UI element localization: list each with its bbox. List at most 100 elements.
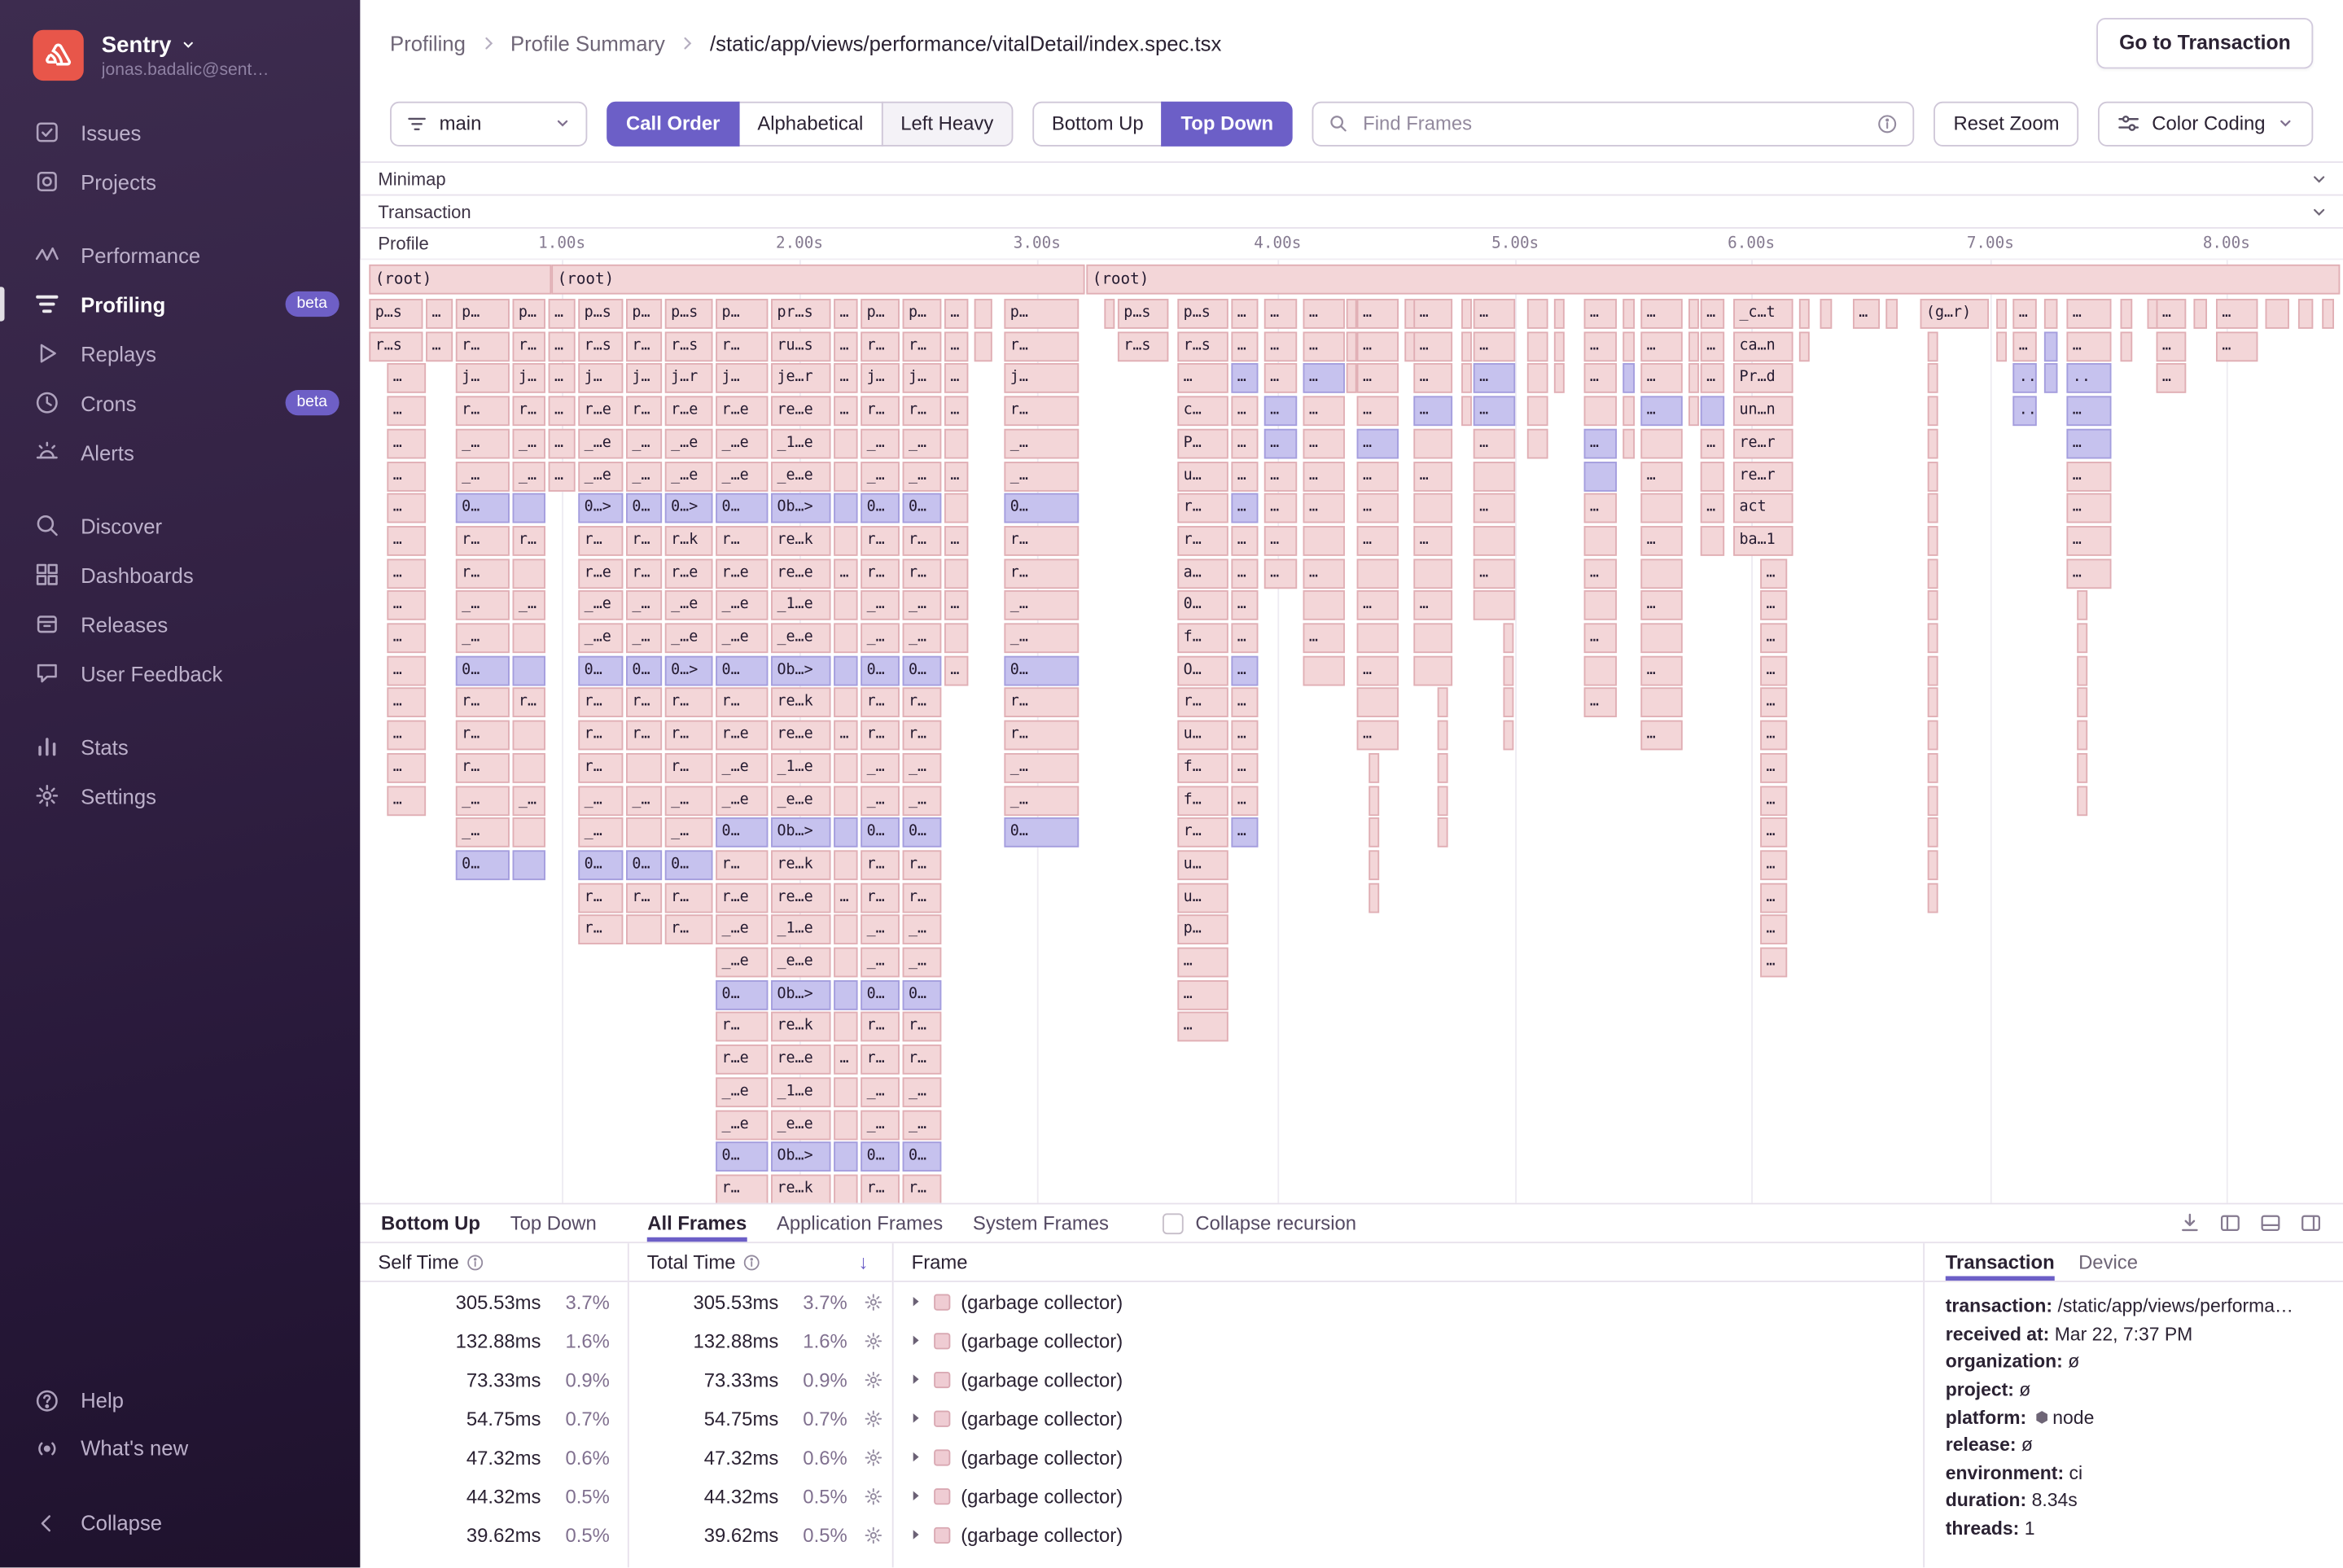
flame-frame-cell[interactable]: _… <box>578 786 623 816</box>
flame-frame-cell[interactable]: … <box>1303 364 1345 394</box>
flame-frame-cell[interactable] <box>2077 720 2087 751</box>
sidebar-item-performance[interactable]: Performance <box>0 230 360 280</box>
flame-frame-cell[interactable]: _c…t <box>1733 299 1793 329</box>
sidebar-item-profiling[interactable]: Profilingbeta <box>0 279 360 329</box>
flame-frame-cell[interactable]: r… <box>716 526 768 556</box>
flame-frame-cell[interactable]: _… <box>456 786 510 816</box>
table-row[interactable]: 54.75ms0.7% <box>360 1399 628 1439</box>
flame-frame-cell[interactable]: r… <box>716 331 768 361</box>
flame-frame-cell[interactable] <box>1503 655 1513 685</box>
tab-bottom-up[interactable]: Bottom Up <box>381 1205 480 1242</box>
gear-icon[interactable] <box>853 1408 892 1428</box>
flame-frame-cell[interactable] <box>1461 299 1472 329</box>
flame-frame-cell[interactable]: r…e <box>716 558 768 589</box>
flame-frame-cell[interactable]: … <box>1264 364 1297 394</box>
flame-frame-cell[interactable]: … <box>944 526 968 556</box>
flame-frame-cell[interactable] <box>974 331 992 361</box>
table-row[interactable]: 39.62ms0.5% <box>629 1516 892 1555</box>
flame-frame-cell[interactable] <box>1413 428 1452 458</box>
flame-frame-cell[interactable]: r… <box>578 883 623 913</box>
flame-frame-cell[interactable]: … <box>1584 299 1617 329</box>
flame-frame-cell[interactable] <box>1303 655 1345 685</box>
flame-frame-cell[interactable]: _… <box>903 591 942 621</box>
sidebar-item-discover[interactable]: Discover <box>0 501 360 550</box>
flame-frame-cell[interactable]: u… <box>1177 720 1228 751</box>
flame-frame-cell[interactable]: _1…e <box>771 428 830 458</box>
flame-frame-cell[interactable]: 0… <box>626 655 662 685</box>
flame-frame-cell[interactable]: p…s <box>369 299 423 329</box>
flame-frame-cell[interactable] <box>1104 299 1115 329</box>
flame-frame-cell[interactable]: r… <box>626 558 662 589</box>
flame-frame-cell[interactable]: … <box>944 331 968 361</box>
flame-frame-cell[interactable]: … <box>2066 526 2111 556</box>
flame-frame-cell[interactable]: _… <box>1004 461 1079 491</box>
flame-frame-cell[interactable]: re…e <box>771 883 830 913</box>
flame-frame-cell[interactable] <box>834 817 857 848</box>
flame-frame-cell[interactable]: … <box>1303 396 1345 427</box>
flame-frame-cell[interactable]: r… <box>456 526 510 556</box>
flame-frame-cell[interactable] <box>1688 331 1699 361</box>
org-switcher[interactable]: Sentry jonas.badalic@sent… <box>0 0 360 107</box>
flame-frame-cell[interactable]: r… <box>456 558 510 589</box>
flame-frame-cell[interactable]: … <box>549 428 576 458</box>
sidebar-item-user-feedback[interactable]: User Feedback <box>0 649 360 699</box>
flame-frame-cell[interactable]: _… <box>513 428 545 458</box>
flame-frame-cell[interactable]: r…e <box>716 720 768 751</box>
flame-frame-cell[interactable]: _… <box>456 591 510 621</box>
flame-frame-cell[interactable] <box>2266 299 2289 329</box>
flame-frame-cell[interactable]: p… <box>1004 299 1079 329</box>
chevron-right-icon[interactable] <box>909 1527 923 1542</box>
flame-frame-cell[interactable]: f… <box>1177 753 1228 783</box>
flame-frame-cell[interactable]: _…e <box>665 461 713 491</box>
flame-frame-cell[interactable] <box>626 753 662 783</box>
sidebar-item-projects[interactable]: Projects <box>0 157 360 207</box>
flame-frame-cell[interactable]: _… <box>903 786 942 816</box>
flame-frame-cell[interactable]: r… <box>903 720 942 751</box>
flame-frame-cell[interactable]: r… <box>1004 526 1079 556</box>
flame-frame-cell[interactable]: r… <box>626 883 662 913</box>
flame-frame-cell[interactable]: … <box>1177 1012 1228 1042</box>
flame-frame-cell[interactable] <box>1369 753 1379 783</box>
flame-frame-cell[interactable]: r…s <box>369 331 423 361</box>
flame-frame-cell[interactable]: r… <box>665 883 713 913</box>
flame-frame-cell[interactable]: r… <box>903 526 942 556</box>
chevron-right-icon[interactable] <box>909 1450 923 1465</box>
flame-frame-cell[interactable]: … <box>1357 720 1399 751</box>
sidebar-item-replays[interactable]: Replays <box>0 329 360 379</box>
flame-root-cell[interactable]: (root) <box>369 265 551 295</box>
flame-frame-cell[interactable]: re…k <box>771 1012 830 1042</box>
flame-frame-cell[interactable]: … <box>2157 331 2187 361</box>
flame-frame-cell[interactable] <box>626 915 662 945</box>
flame-frame-cell[interactable] <box>834 623 857 653</box>
breadcrumb-item[interactable]: Profiling <box>390 31 466 55</box>
flame-frame-cell[interactable]: 0… <box>861 1142 900 1172</box>
flame-frame-cell[interactable]: r…s <box>578 331 623 361</box>
flame-frame-cell[interactable]: … <box>1303 558 1345 589</box>
flame-frame-cell[interactable] <box>1928 817 1938 848</box>
sidebar-item-settings[interactable]: Settings <box>0 771 360 821</box>
flame-frame-cell[interactable]: re…e <box>771 720 830 751</box>
chevron-right-icon[interactable] <box>909 1372 923 1386</box>
flame-frame-cell[interactable]: .. <box>2012 396 2036 427</box>
flame-frame-cell[interactable]: … <box>1231 591 1258 621</box>
flame-frame-cell[interactable]: 0…> <box>665 493 713 523</box>
flame-frame-cell[interactable] <box>2193 299 2207 329</box>
flame-frame-cell[interactable]: re…k <box>771 526 830 556</box>
flame-frame-cell[interactable] <box>1640 688 1682 718</box>
flame-frame-cell[interactable]: 0… <box>456 655 510 685</box>
flame-frame-cell[interactable] <box>834 428 857 458</box>
flame-frame-cell[interactable]: … <box>2066 493 2111 523</box>
flame-frame-cell[interactable] <box>1701 461 1724 491</box>
chevron-down-icon[interactable] <box>2310 203 2328 221</box>
flame-frame-cell[interactable] <box>1438 688 1448 718</box>
flame-frame-cell[interactable]: … <box>944 299 968 329</box>
flame-frame-cell[interactable]: _… <box>903 948 942 978</box>
flame-frame-cell[interactable]: r… <box>456 720 510 751</box>
flame-frame-cell[interactable]: p… <box>903 299 942 329</box>
flame-frame-cell[interactable]: _…e <box>665 623 713 653</box>
flame-frame-cell[interactable]: … <box>1303 428 1345 458</box>
flame-frame-cell[interactable]: … <box>1640 396 1682 427</box>
flame-frame-cell[interactable]: _… <box>665 817 713 848</box>
flame-frame-cell[interactable] <box>513 655 545 685</box>
table-row[interactable]: 305.53ms3.7% <box>629 1282 892 1321</box>
